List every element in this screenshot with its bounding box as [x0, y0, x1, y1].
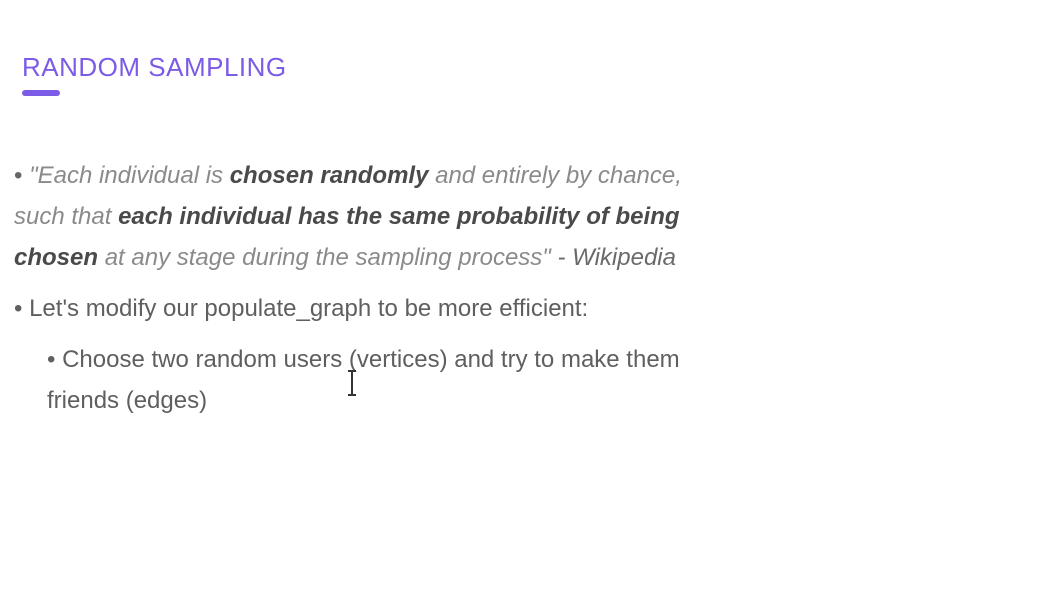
- bullet-text: Choose two random users (vertices) and t…: [47, 346, 680, 414]
- quote-emphasis: chosen randomly: [229, 162, 429, 189]
- bullet-modify: • Let's modify our populate_graph to be …: [14, 288, 694, 329]
- bullet-text: Let's modify our populate_graph to be mo…: [29, 295, 589, 322]
- quote-segment: at any stage during the sampling process…: [98, 244, 551, 271]
- quote-segment: "Each individual is: [29, 162, 230, 189]
- slide: RANDOM SAMPLING • "Each individual is ch…: [0, 0, 1040, 611]
- bullet-glyph: •: [14, 162, 23, 189]
- slide-title: RANDOM SAMPLING: [22, 52, 287, 82]
- quote-source: - Wikipedia: [550, 244, 676, 271]
- bullet-quote: • "Each individual is chosen randomly an…: [14, 155, 694, 278]
- bullet-glyph: •: [47, 346, 56, 373]
- bullet-glyph: •: [14, 295, 23, 322]
- title-underline: [22, 90, 60, 96]
- text-cursor-icon: [348, 370, 356, 396]
